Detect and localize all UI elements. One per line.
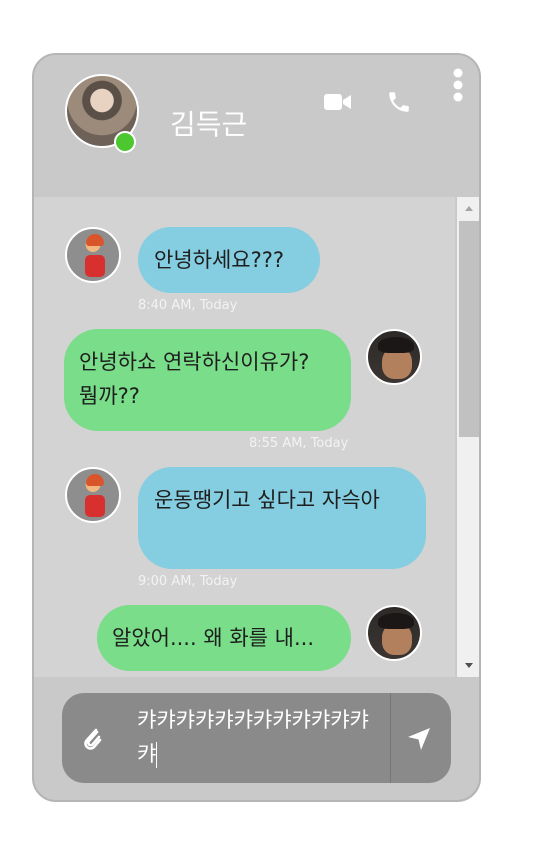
scrollbar-thumb[interactable] (459, 221, 479, 437)
chat-window: 김득근 안녕하세요??? 8:40 AM, Today 안녕하쇼 연락하신이유가… (32, 53, 481, 802)
message-bubble-incoming: 운동땡기고 싶다고 자슥아 (138, 467, 426, 569)
receiver-avatar[interactable] (366, 605, 422, 661)
message-input[interactable]: 캬캬캬캬캬캬캬캬캬캬캬캬캬 (137, 703, 377, 771)
composer-divider (390, 693, 391, 783)
video-camera-icon[interactable] (324, 92, 352, 116)
message-timestamp: 9:00 AM, Today (138, 574, 238, 589)
message-timestamp: 8:55 AM, Today (249, 436, 349, 451)
message-bubble-outgoing: 알았어.... 왜 화를 내... (97, 605, 351, 671)
sender-avatar[interactable] (65, 467, 121, 523)
sender-avatar[interactable] (65, 227, 121, 283)
message-timestamp: 8:40 AM, Today (138, 298, 238, 313)
message-bubble-incoming: 안녕하세요??? (138, 227, 320, 293)
scroll-up-arrow-icon[interactable] (457, 197, 479, 219)
message-scrollbar[interactable] (457, 197, 479, 677)
receiver-avatar[interactable] (366, 329, 422, 385)
contact-name: 김득근 (170, 108, 248, 141)
message-bubble-outgoing: 안녕하쇼 연락하신이유가?뭠까?? (64, 329, 351, 431)
message-composer[interactable]: 캬캬캬캬캬캬캬캬캬캬캬캬캬 (62, 693, 451, 783)
more-vertical-icon[interactable] (453, 68, 463, 106)
text-caret (156, 742, 158, 768)
scroll-down-arrow-icon[interactable] (457, 655, 479, 677)
phone-icon[interactable] (386, 89, 412, 119)
message-list[interactable]: 안녕하세요??? 8:40 AM, Today 안녕하쇼 연락하신이유가?뭠까?… (34, 197, 455, 677)
online-status-indicator (114, 131, 136, 153)
paperclip-icon[interactable] (80, 724, 104, 756)
chat-header: 김득근 (34, 55, 479, 197)
send-icon[interactable] (407, 727, 431, 755)
